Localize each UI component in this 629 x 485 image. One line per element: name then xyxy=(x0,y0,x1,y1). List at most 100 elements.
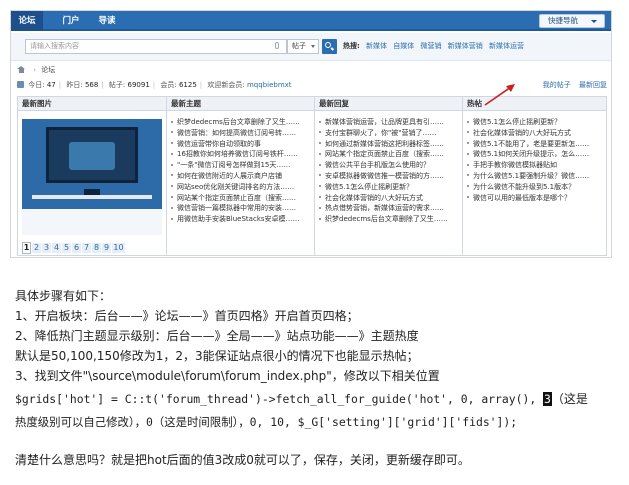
list-item[interactable]: 织梦dedecms后台文章删除了又生…… xyxy=(171,117,311,128)
breadcrumb-separator: › xyxy=(33,66,37,74)
hot-keyword[interactable]: 新媒体运营 xyxy=(489,42,524,50)
my-posts-link[interactable]: 我的帖子 xyxy=(543,81,571,89)
list-item[interactable]: 微信营销：如何提高微信订阅号转…… xyxy=(171,128,311,139)
list-item[interactable]: 支付宝群聊火了，你"被"营销了…… xyxy=(319,128,459,139)
stats-links: 我的帖子 最新回复 xyxy=(537,80,607,90)
breadcrumb: › 论坛 xyxy=(17,65,55,75)
image-pager: 1 2 3 4 5 6 7 8 9 10 xyxy=(22,242,126,254)
pager-page[interactable]: 6 xyxy=(72,243,81,253)
pager-page[interactable]: 8 xyxy=(92,243,101,253)
column-header-new-topics: 最新主题 xyxy=(167,97,314,111)
newest-member-link[interactable]: mqqbiebmxt xyxy=(247,81,292,89)
pager-page[interactable]: 2 xyxy=(32,243,41,253)
list-item[interactable]: 安卓模拟器做微信推一模营销的方…… xyxy=(319,171,459,182)
quick-nav-dropdown[interactable]: 快捷导航 xyxy=(539,14,605,28)
pager-page[interactable]: 9 xyxy=(102,243,111,253)
search-type-select[interactable]: 帖子 xyxy=(287,39,319,54)
column-divider xyxy=(166,97,167,255)
list-item[interactable]: 网站seo优化刚关键词排名的方法…… xyxy=(171,182,311,193)
breadcrumb-current[interactable]: 论坛 xyxy=(41,66,55,74)
list-item[interactable]: 如何通过新媒体营销这把利器标签…… xyxy=(319,139,459,150)
pager-page[interactable]: 3 xyxy=(42,243,51,253)
list-item[interactable]: 织梦dedecms后台文章删除了又生…… xyxy=(319,214,459,225)
list-item[interactable]: 微信运营带你自动领取的事 xyxy=(171,139,311,150)
list-item[interactable]: 社会化媒体营销的八大好玩方式 xyxy=(467,128,605,139)
list-item[interactable]: 新媒体营销运营，让品牌更具有引…… xyxy=(319,117,459,128)
list-item[interactable]: 微信营销一篇模拟器中常用的安装…… xyxy=(171,203,311,214)
column-divider xyxy=(314,97,315,255)
code-line-1: $grids['hot'] = C::t('forum_thread')->fe… xyxy=(15,389,588,409)
stats-icon xyxy=(17,81,24,88)
nav-portal[interactable]: 门户 xyxy=(59,11,83,31)
list-item[interactable]: 社会化媒体营销的八大好玩方式 xyxy=(319,193,459,204)
column-header-images: 最新图片 xyxy=(18,97,166,111)
step-2: 2、降低热门主题显示级别：后台——》全局——》站点功能——》主题热度 xyxy=(15,329,419,343)
nav-guide[interactable]: 导读 xyxy=(95,11,119,31)
thumbnail-caption xyxy=(22,209,162,235)
highlighted-value: 3 xyxy=(543,392,552,406)
today-count: 47 xyxy=(46,81,56,89)
search-bar: 请输入搜索内容 帖子 热搜: 新媒体 自媒体 微营销 新媒体营销 新媒体运营 xyxy=(11,33,611,61)
new-replies-list: 新媒体营销运营，让品牌更具有引…… 支付宝群聊火了，你"被"营销了…… 如何通过… xyxy=(319,117,459,225)
code-text: $grids['hot'] = C::t('forum_thread')->fe… xyxy=(15,392,544,406)
list-item[interactable]: 用微信助手安装BlueStacks安卓模…… xyxy=(171,214,311,225)
code-line-2: 热度级别可以自己修改），0（这是时间限制），0, 10, $_G['settin… xyxy=(15,415,518,429)
four-grid-panel: 最新图片 最新主题 最新回复 热帖 1 2 3 4 5 6 7 8 9 10 织梦dedecms后… xyxy=(17,96,607,256)
microphone-icon[interactable] xyxy=(275,42,279,49)
posts-count: 69091 xyxy=(127,81,150,89)
hot-keyword[interactable]: 自媒体 xyxy=(393,42,414,50)
chevron-down-icon xyxy=(591,20,597,23)
home-icon[interactable] xyxy=(17,66,25,73)
hot-search-label: 热搜: xyxy=(343,42,360,50)
yesterday-label: 昨日: xyxy=(66,81,83,89)
list-item[interactable]: 微信5.1如何关闭升级提示，怎么…… xyxy=(467,149,605,160)
intro-text: 具体步骤有如下： xyxy=(15,289,112,303)
latest-reply-link[interactable]: 最新回复 xyxy=(579,81,607,89)
list-item[interactable]: 微信5.1怎么停止摇刷更新？ xyxy=(467,117,605,128)
hot-keyword[interactable]: 新媒体营销 xyxy=(448,42,483,50)
list-item[interactable]: 如何在微信附近的人展示商户店铺 xyxy=(171,171,311,182)
list-item[interactable]: 网站某个指定页面禁止百度（搜索…… xyxy=(171,193,311,204)
latest-image-thumbnail[interactable] xyxy=(22,119,162,235)
column-divider xyxy=(462,97,463,255)
top-navigation: 论坛 门户 导读 快捷导航 xyxy=(11,11,611,31)
list-item[interactable]: 微信5.1怎么停止摇刷更新？ xyxy=(319,182,459,193)
column-header-new-replies: 最新回复 xyxy=(315,97,462,111)
list-item[interactable]: 微信公共平台手机版怎么使用的？ xyxy=(319,160,459,171)
list-item[interactable]: 16招教你如何培养微信订阅号铁杆…… xyxy=(171,149,311,160)
list-item[interactable]: 微信5.1不能用了，老是要更新怎…… xyxy=(467,139,605,150)
code-comment: （这是 xyxy=(551,392,588,406)
list-item[interactable]: 热点借势营销，新媒体运营的需求…… xyxy=(319,203,459,214)
list-item[interactable]: 手把手教你微信模拟器贴如 xyxy=(467,160,605,171)
pager-page[interactable]: 4 xyxy=(52,243,61,253)
default-note: 默认是50,100,150修改为1，2，3能保证站点很小的情况下也能显示热帖； xyxy=(15,349,419,363)
quick-nav-label: 快捷导航 xyxy=(548,16,578,25)
hot-search: 热搜: 新媒体 自媒体 微营销 新媒体营销 新媒体运营 xyxy=(343,39,528,54)
nav-forum[interactable]: 论坛 xyxy=(11,11,43,31)
pager-page[interactable]: 5 xyxy=(62,243,71,253)
list-item[interactable]: 为什么微信不能升级到5.1版本？ xyxy=(467,182,605,193)
step-3: 3、找到文件"\source\module\forum\forum_index.… xyxy=(15,369,440,383)
members-count: 6125 xyxy=(178,81,197,89)
hot-topics-list: 微信5.1怎么停止摇刷更新？ 社会化媒体营销的八大好玩方式 微信5.1不能用了，… xyxy=(467,117,605,203)
chevron-down-icon xyxy=(311,45,315,48)
search-button[interactable] xyxy=(322,39,337,54)
list-item[interactable]: 微信可以用的最低版本是哪个？ xyxy=(467,193,605,204)
forum-screenshot: 论坛 门户 导读 快捷导航 请输入搜索内容 帖子 热搜: 新媒体 自媒体 微营销… xyxy=(10,10,612,258)
list-item[interactable]: "一条"微信订阅号怎样做到15天…… xyxy=(171,160,311,171)
pager-page[interactable]: 10 xyxy=(112,243,125,253)
hot-keyword[interactable]: 新媒体 xyxy=(366,42,387,50)
list-item[interactable]: 网站某个指定页面禁止百度（搜索…… xyxy=(319,149,459,160)
new-topics-list: 织梦dedecms后台文章删除了又生…… 微信营销：如何提高微信订阅号转…… 微… xyxy=(171,117,311,225)
pager-page[interactable]: 1 xyxy=(22,242,31,254)
yesterday-count: 568 xyxy=(84,81,99,89)
list-item[interactable]: 为什么微信5.1要强制升级？微信…… xyxy=(467,171,605,182)
hot-keyword[interactable]: 微营销 xyxy=(421,42,442,50)
members-label: 会员: xyxy=(160,81,177,89)
red-arrow-annotation xyxy=(484,84,515,106)
step-1: 1、开启板块：后台——》论坛——》首页四格》开启首页四格； xyxy=(15,309,359,323)
pager-page[interactable]: 7 xyxy=(82,243,91,253)
search-input[interactable]: 请输入搜索内容 xyxy=(25,39,287,54)
newest-member-label: 欢迎新会员: xyxy=(207,81,245,89)
search-type-label: 帖子 xyxy=(292,42,306,50)
